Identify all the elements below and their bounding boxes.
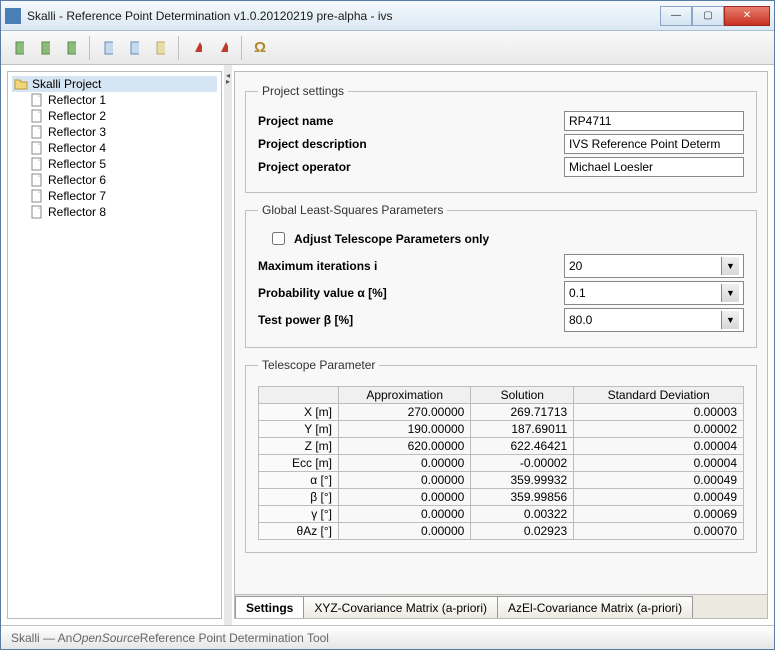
toolbar-btn-2[interactable] [33,36,57,60]
close-button[interactable]: ✕ [724,6,770,26]
table-row: Y [m]190.00000187.690110.00002 [259,421,744,438]
project-settings-group: Project settings Project name Project de… [245,84,757,193]
telescope-param-table: Approximation Solution Standard Deviatio… [258,386,744,540]
table-row: Ecc [m]0.00000-0.000020.00004 [259,455,744,472]
toolbar-btn-7[interactable] [185,36,209,60]
table-row: θAz [°]0.000000.029230.00070 [259,523,744,540]
telescope-param-legend: Telescope Parameter [258,358,379,372]
project-operator-label: Project operator [258,160,564,174]
tree-item[interactable]: Reflector 1 [30,92,217,108]
document-icon [30,93,44,107]
tab-settings[interactable]: Settings [235,596,304,619]
testpower-label: Test power β [%] [258,313,564,327]
project-name-input[interactable] [564,111,744,131]
toolbar-btn-6[interactable] [148,36,172,60]
toolbar-btn-3[interactable] [59,36,83,60]
project-name-label: Project name [258,114,564,128]
document-icon [30,189,44,203]
tree-item-label: Reflector 1 [48,93,106,107]
app-icon [5,8,21,24]
testpower-combo[interactable]: 80.0▼ [564,308,744,332]
table-row: α [°]0.00000359.999320.00049 [259,472,744,489]
tree-item-label: Reflector 5 [48,157,106,171]
table-row: X [m]270.00000269.717130.00003 [259,404,744,421]
project-desc-label: Project description [258,137,564,151]
main-panel: Project settings Project name Project de… [234,71,768,619]
tab-azel-cov[interactable]: AzEl-Covariance Matrix (a-priori) [497,596,693,619]
minimize-button[interactable]: — [660,6,692,26]
toolbar-omega-button[interactable]: Ω [248,36,272,60]
settings-content: Project settings Project name Project de… [235,72,767,594]
status-text-pre: Skalli — An [11,631,72,645]
adjust-only-checkbox[interactable] [272,232,285,245]
toolbar-separator [89,36,90,60]
tree-item[interactable]: Reflector 4 [30,140,217,156]
col-approx: Approximation [339,387,471,404]
project-settings-legend: Project settings [258,84,348,98]
tab-strip: Settings XYZ-Covariance Matrix (a-priori… [235,594,767,618]
statusbar: Skalli — An OpenSource Reference Point D… [1,625,774,649]
chevron-down-icon[interactable]: ▼ [721,284,739,302]
toolbar: Ω [1,31,774,65]
tree-item-label: Reflector 4 [48,141,106,155]
folder-open-icon [14,77,28,91]
splitter-grip-icon: ◂▸ [226,73,230,85]
project-desc-input[interactable] [564,134,744,154]
tree-item[interactable]: Reflector 5 [30,156,217,172]
project-operator-input[interactable] [564,157,744,177]
document-icon [30,109,44,123]
document-icon [30,125,44,139]
splitter[interactable]: ◂▸ [224,65,232,625]
col-solution: Solution [471,387,574,404]
maxiter-label: Maximum iterations i [258,259,564,273]
toolbar-btn-4[interactable] [96,36,120,60]
adjust-only-label: Adjust Telescope Parameters only [294,232,489,246]
status-text-italic: OpenSource [72,631,139,645]
toolbar-separator [178,36,179,60]
toolbar-btn-8[interactable] [211,36,235,60]
table-row: β [°]0.00000359.998560.00049 [259,489,744,506]
status-text-post: Reference Point Determination Tool [140,631,329,645]
toolbar-btn-5[interactable] [122,36,146,60]
probability-label: Probability value α [%] [258,286,564,300]
document-icon [30,157,44,171]
tree-item[interactable]: Reflector 6 [30,172,217,188]
tree-item-label: Reflector 2 [48,109,106,123]
glsp-group: Global Least-Squares Parameters Adjust T… [245,203,757,348]
chevron-down-icon[interactable]: ▼ [721,311,739,329]
titlebar[interactable]: Skalli - Reference Point Determination v… [1,1,774,31]
chevron-down-icon[interactable]: ▼ [721,257,739,275]
tree-item-label: Reflector 6 [48,173,106,187]
window-title: Skalli - Reference Point Determination v… [27,9,660,23]
glsp-legend: Global Least-Squares Parameters [258,203,447,217]
tree-item-label: Reflector 8 [48,205,106,219]
project-tree[interactable]: Skalli Project Reflector 1 Reflector 2 Ref… [7,71,222,619]
tree-item[interactable]: Reflector 2 [30,108,217,124]
table-row: Z [m]620.00000622.464210.00004 [259,438,744,455]
tree-item-label: Reflector 7 [48,189,106,203]
col-std: Standard Deviation [574,387,744,404]
toolbar-btn-1[interactable] [7,36,31,60]
tree-root[interactable]: Skalli Project [12,76,217,92]
document-icon [30,205,44,219]
body-area: Skalli Project Reflector 1 Reflector 2 Ref… [1,65,774,625]
tree-item[interactable]: Reflector 3 [30,124,217,140]
tree-item-label: Reflector 3 [48,125,106,139]
maxiter-combo[interactable]: 20▼ [564,254,744,278]
app-window: Skalli - Reference Point Determination v… [0,0,775,650]
table-row: γ [°]0.000000.003220.00069 [259,506,744,523]
toolbar-separator [241,36,242,60]
probability-combo[interactable]: 0.1▼ [564,281,744,305]
tree-item[interactable]: Reflector 8 [30,204,217,220]
tree-item[interactable]: Reflector 7 [30,188,217,204]
tree-root-label: Skalli Project [32,77,101,91]
telescope-param-group: Telescope Parameter Approximation Soluti… [245,358,757,553]
document-icon [30,173,44,187]
tab-xyz-cov[interactable]: XYZ-Covariance Matrix (a-priori) [303,596,498,619]
maximize-button[interactable]: ▢ [692,6,724,26]
document-icon [30,141,44,155]
